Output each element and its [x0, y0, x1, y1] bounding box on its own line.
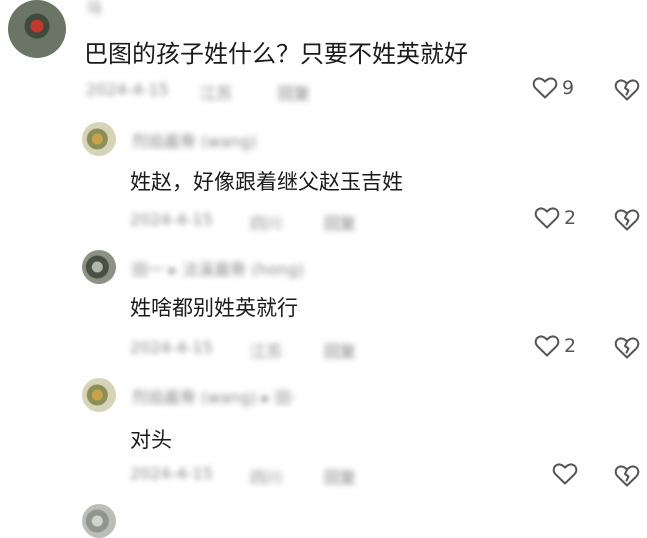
reply-item: 烈焰酱骨 (wang) 姓赵，好像跟着继父赵玉吉姓 2024-4-15 四川 回… [0, 118, 647, 246]
comment-date: 2024-4-15 [86, 80, 169, 99]
reply-location: 四川 [250, 214, 283, 233]
dislike-button[interactable] [614, 78, 640, 102]
reply-item: 烈焰酱骨 (wang) ▸ 田· 对头 2024-4-15 四川 回复 [0, 374, 647, 502]
heart-outline-icon [534, 206, 560, 230]
reply-date: 2024-4-15 [130, 338, 213, 357]
dislike-button[interactable] [614, 336, 640, 360]
like-button[interactable]: 9 [532, 76, 574, 100]
reply-item: 田一 ▸ 法溪酱骨 (hong) 姓啥都别姓英就行 2024-4-15 江苏 回… [0, 246, 647, 374]
reply-date: 2024-4-15 [130, 464, 213, 483]
reply-button[interactable]: 回复 [278, 80, 310, 104]
reply-location: 江苏 [250, 342, 283, 361]
reply-username[interactable]: 烈焰酱骨 (wang) ▸ 田· [132, 384, 296, 408]
reply-username[interactable]: 烈焰酱骨 (wang) [132, 128, 257, 152]
broken-heart-icon [614, 208, 640, 232]
reply-text: 姓啥都别姓英就行 [130, 296, 298, 320]
like-button[interactable] [552, 462, 578, 486]
reply-location: 四川 [250, 468, 283, 487]
reply-button[interactable]: 回复 [324, 338, 356, 362]
like-count: 9 [562, 77, 575, 99]
comment-location: 江苏 [200, 84, 233, 103]
reply-text: 姓赵，好像跟着继父赵玉吉姓 [130, 170, 403, 194]
reply-text: 对头 [130, 428, 172, 452]
reply-username[interactable]: 田一 ▸ 法溪酱骨 (hong) [132, 256, 304, 280]
dislike-button[interactable] [614, 208, 640, 232]
reply-button[interactable]: 回复 [324, 464, 356, 488]
heart-outline-icon [552, 462, 578, 486]
avatar[interactable] [82, 504, 116, 538]
like-button[interactable]: 2 [534, 334, 576, 358]
avatar[interactable] [82, 122, 116, 156]
reply-date: 2024-4-15 [130, 210, 213, 229]
like-count: 2 [564, 207, 577, 229]
broken-heart-icon [614, 336, 640, 360]
comment-text: 巴图的孩子姓什么？只要不姓英就好 [84, 40, 468, 68]
avatar[interactable] [8, 0, 66, 58]
broken-heart-icon [614, 78, 640, 102]
avatar[interactable] [82, 250, 116, 284]
comment-username[interactable]: 马 [86, 0, 102, 18]
heart-outline-icon [534, 334, 560, 358]
like-button[interactable]: 2 [534, 206, 576, 230]
like-count: 2 [564, 335, 577, 357]
avatar[interactable] [82, 378, 116, 412]
broken-heart-icon [614, 464, 640, 488]
dislike-button[interactable] [614, 464, 640, 488]
heart-outline-icon [532, 76, 558, 100]
comment-item: 马 巴图的孩子姓什么？只要不姓英就好 2024-4-15 江苏 回复 9 [0, 0, 647, 118]
reply-button[interactable]: 回复 [324, 210, 356, 234]
